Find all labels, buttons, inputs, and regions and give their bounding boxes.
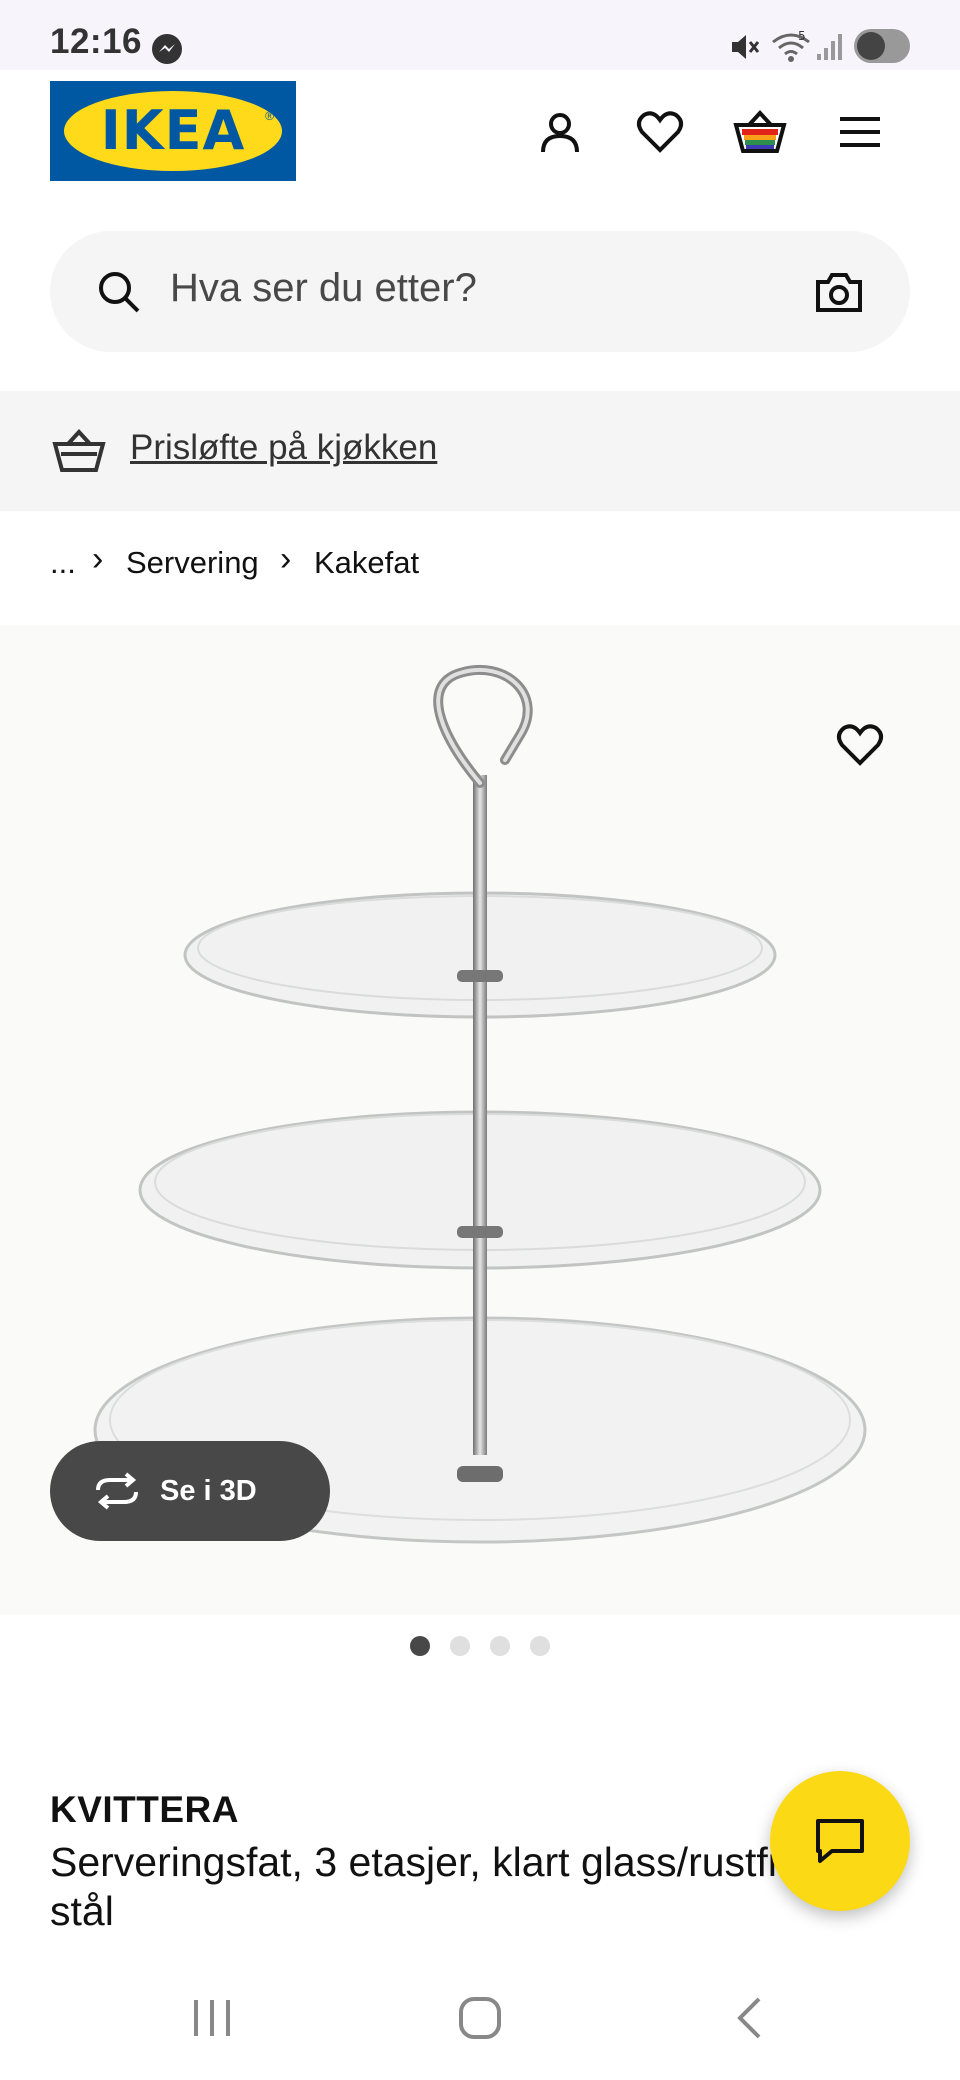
breadcrumb-servering[interactable]: Servering [126, 545, 259, 581]
carousel-dot-2[interactable] [450, 1636, 470, 1656]
account-icon [541, 113, 579, 153]
carousel-dot-1[interactable] [410, 1636, 430, 1656]
product-name: KVITTERA [50, 1789, 239, 1830]
mute-icon [732, 35, 760, 59]
status-time: 12:16 [50, 22, 143, 61]
search-input[interactable]: Hva ser du etter? [170, 266, 477, 311]
back-icon[interactable] [734, 1996, 764, 2040]
basket-outline-icon [52, 429, 106, 472]
recent-apps-icon[interactable] [190, 1998, 234, 2038]
breadcrumb-kakefat[interactable]: Kakefat [314, 545, 419, 581]
basket-button[interactable] [728, 100, 792, 164]
view-3d-label: Se i 3D [160, 1474, 257, 1507]
search-icon[interactable] [96, 269, 142, 315]
logo-registered-mark: ® [265, 109, 274, 123]
chevron-right-icon: › [92, 540, 104, 578]
carousel-dot-4[interactable] [530, 1636, 550, 1656]
account-button[interactable] [528, 100, 592, 164]
battery-icon [854, 29, 910, 63]
breadcrumb-ellipsis[interactable]: ... [50, 545, 76, 581]
menu-button[interactable] [828, 100, 892, 164]
ikea-logo[interactable]: IKEA ® [50, 81, 296, 181]
menu-icon [840, 117, 880, 147]
camera-icon[interactable] [814, 270, 864, 314]
product-description: Serveringsfat, 3 etasjer, klart glass/ru… [50, 1839, 814, 1934]
chat-icon [816, 1819, 864, 1863]
chevron-right-icon: › [280, 540, 292, 578]
basket-icon [733, 110, 787, 153]
signal-icon [817, 34, 842, 60]
logo-text: IKEA [100, 99, 246, 162]
price-promise-link[interactable]: Prisløfte på kjøkken [130, 428, 437, 468]
carousel-dot-3[interactable] [490, 1636, 510, 1656]
wifi-icon: 5 [772, 29, 810, 62]
heart-icon [637, 111, 683, 153]
wishlist-button[interactable] [628, 100, 692, 164]
chat-button[interactable] [770, 1771, 910, 1911]
rotate-3d-icon [96, 1472, 138, 1510]
favorite-heart-icon[interactable] [836, 723, 884, 767]
view-3d-button[interactable]: Se i 3D [50, 1441, 330, 1541]
messenger-icon [152, 34, 182, 64]
svg-text:5: 5 [798, 29, 806, 43]
home-icon[interactable] [458, 1996, 502, 2040]
